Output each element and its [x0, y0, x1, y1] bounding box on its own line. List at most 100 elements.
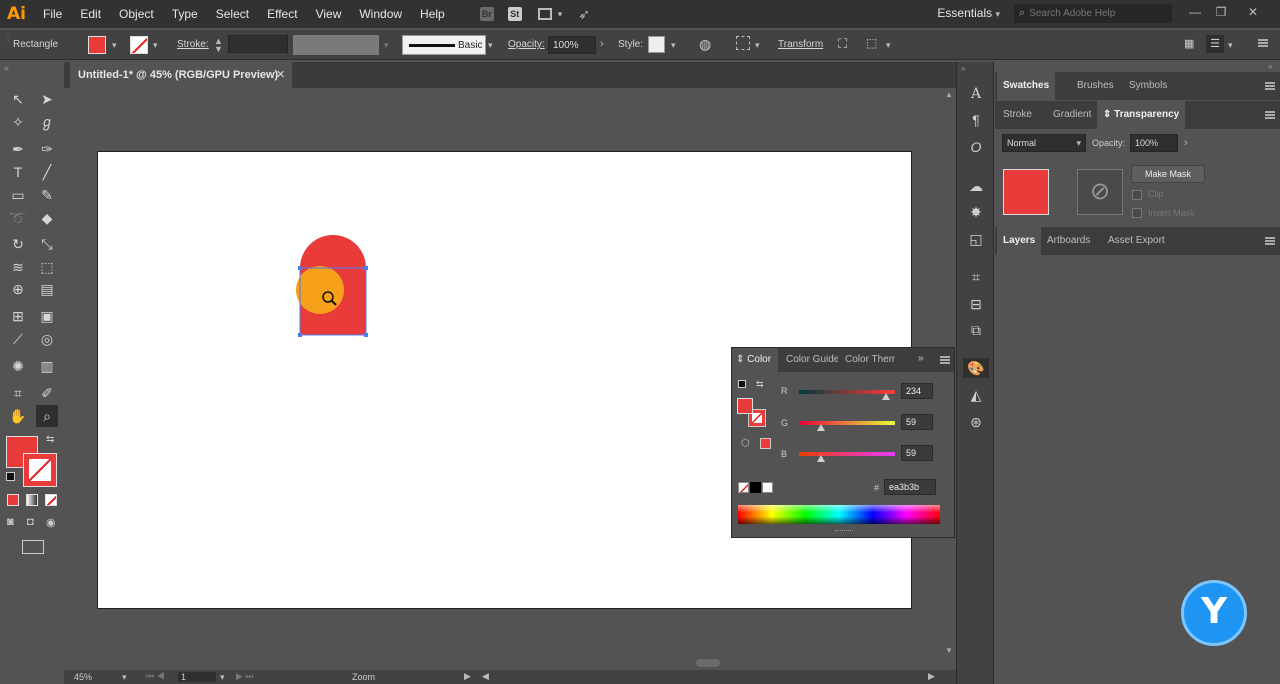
align-panel-icon[interactable]: ⊟ [966, 294, 986, 314]
collapse-toolbar-icon[interactable]: « [4, 63, 9, 73]
default-fill-stroke-icon[interactable] [738, 380, 746, 388]
brush-definition[interactable]: Basic [402, 35, 486, 55]
column-graph-tool-icon[interactable]: ▥ [36, 355, 58, 377]
width-tool-icon[interactable]: ≋ [7, 256, 29, 278]
shape-builder-tool-icon[interactable]: ⊕ [7, 278, 29, 300]
orange-circle-shape[interactable] [296, 266, 344, 314]
g-value-field[interactable]: 59 [901, 414, 933, 430]
rotate-tool-icon[interactable]: ↻ [7, 233, 29, 255]
chevron-down-icon[interactable]: ▾ [558, 9, 563, 20]
chevron-down-icon[interactable]: ▾ [886, 40, 891, 51]
resize-grip-icon[interactable] [835, 530, 853, 532]
status-menu-icon[interactable]: ▶ [464, 671, 471, 682]
chevron-down-icon[interactable]: ▾ [220, 672, 225, 683]
character-panel-icon[interactable]: A [966, 84, 986, 104]
eraser-tool-icon[interactable]: ◆ [36, 207, 58, 229]
color-mode-icon[interactable] [7, 494, 19, 506]
none-mode-icon[interactable] [45, 494, 57, 506]
chevron-right-icon[interactable]: › [600, 38, 604, 50]
stock-icon[interactable]: St [507, 7, 522, 21]
opacity-label[interactable]: Opacity: [508, 39, 545, 50]
g-slider-thumb[interactable] [817, 424, 825, 431]
align-to-icon[interactable] [736, 36, 750, 50]
stroke-weight-stepper[interactable]: ▲ ▼ [214, 37, 223, 54]
variable-width-profile[interactable] [293, 35, 379, 55]
zoom-level[interactable]: 45% [74, 672, 92, 682]
draw-normal-icon[interactable]: ◙ [7, 516, 14, 528]
menu-edit[interactable]: Edit [71, 0, 110, 28]
selection-handle[interactable] [298, 333, 302, 337]
tab-asset-export[interactable]: Asset Export [1102, 227, 1171, 255]
hand-tool-icon[interactable]: ✋ [7, 405, 29, 427]
close-tab-icon[interactable]: ✕ [276, 68, 285, 81]
b-slider-track[interactable] [799, 452, 895, 456]
draw-inside-icon[interactable]: ◉ [46, 516, 56, 529]
type-tool-icon[interactable]: T [7, 161, 29, 183]
pen-tool-icon[interactable]: ✒ [7, 138, 29, 160]
expand-panel-icon[interactable]: » [918, 353, 924, 364]
mesh-tool-icon[interactable]: ⊞ [7, 305, 29, 327]
tab-color-guide[interactable]: Color Guide [782, 348, 838, 372]
panel-menu-icon[interactable] [940, 356, 950, 364]
menu-effect[interactable]: Effect [258, 0, 306, 28]
r-value-field[interactable]: 234 [901, 383, 933, 399]
restore-button[interactable]: ❐ [1212, 5, 1230, 21]
panel-menu-icon[interactable] [1265, 237, 1275, 245]
next-artboard-icon[interactable]: ▶ ⏭ [236, 671, 254, 682]
default-colors-icon[interactable] [6, 472, 15, 481]
tab-gradient[interactable]: Gradient [1047, 101, 1097, 129]
fill-swatch[interactable] [88, 36, 106, 54]
hex-value-field[interactable]: ea3b3b [884, 479, 936, 495]
search-input[interactable] [1029, 8, 1160, 19]
out-of-web-color-icon[interactable]: ⬡ [741, 438, 750, 449]
menu-window[interactable]: Window [350, 0, 411, 28]
perspective-grid-tool-icon[interactable]: ▤ [36, 278, 58, 300]
menu-select[interactable]: Select [207, 0, 258, 28]
white-swatch[interactable] [762, 482, 773, 493]
tab-artboards[interactable]: Artboards [1041, 227, 1096, 255]
chevron-down-icon[interactable]: ▾ [122, 672, 127, 683]
black-swatch[interactable] [750, 482, 761, 493]
chevron-down-icon[interactable]: ▾ [1228, 40, 1233, 51]
menu-help[interactable]: Help [411, 0, 454, 28]
line-tool-icon[interactable]: ╱ [36, 161, 58, 183]
g-slider-track[interactable] [799, 421, 895, 425]
tab-symbols[interactable]: Symbols [1123, 72, 1173, 100]
make-mask-button[interactable]: Make Mask [1131, 165, 1205, 183]
transparency-opacity-field[interactable]: 100% [1130, 134, 1178, 152]
close-window-button[interactable]: ✕ [1244, 5, 1262, 21]
gradient-tool-icon[interactable]: ▣ [36, 305, 58, 327]
arrange-icon[interactable]: ▦ [1184, 37, 1194, 50]
gradient-mode-icon[interactable] [26, 494, 38, 506]
panel-menu-icon[interactable] [1265, 82, 1275, 90]
workspace-switcher[interactable]: Essentials ▾ [937, 6, 1000, 20]
tab-stroke[interactable]: Stroke [997, 101, 1038, 129]
free-transform-tool-icon[interactable]: ⬚ [36, 256, 58, 278]
scroll-up-icon[interactable]: ▲ [945, 90, 953, 99]
stroke-weight-field[interactable] [228, 35, 288, 53]
magic-wand-tool-icon[interactable]: ✧ [7, 111, 29, 133]
appearance-panel-icon[interactable]: ✸ [966, 202, 986, 222]
tab-color[interactable]: ⇕ Color [732, 348, 778, 372]
clip-checkbox[interactable] [1132, 190, 1142, 200]
color-panel-icon[interactable]: 🎨 [963, 358, 989, 378]
scale-tool-icon[interactable]: ⤡ [36, 233, 58, 255]
scroll-left-icon[interactable]: ◀ [482, 671, 489, 682]
lasso-tool-icon[interactable]: ℊ [36, 111, 58, 133]
panel-menu-icon[interactable]: ☰ [1206, 35, 1224, 53]
minimize-button[interactable]: — [1186, 5, 1204, 21]
chevron-down-icon[interactable]: ▾ [755, 40, 760, 51]
blend-mode-select[interactable]: Normal ▾ [1002, 134, 1086, 152]
libraries-panel-icon[interactable]: ☁ [966, 176, 986, 196]
blend-tool-icon[interactable]: ◎ [36, 328, 58, 350]
artboard-tool-icon[interactable]: ⌗ [7, 382, 29, 404]
slice-tool-icon[interactable]: ✐ [36, 382, 58, 404]
stroke-swatch[interactable] [130, 36, 148, 54]
graphic-styles-panel-icon[interactable]: ◱ [966, 229, 986, 249]
chevron-down-icon[interactable]: ▾ [112, 40, 117, 51]
object-thumbnail[interactable] [1003, 169, 1049, 215]
document-tab[interactable]: Untitled-1* @ 45% (RGB/GPU Preview) [70, 62, 292, 88]
curvature-tool-icon[interactable]: ✑ [36, 138, 58, 160]
tab-transparency[interactable]: ⇕ Transparency [1097, 101, 1186, 129]
bridge-icon[interactable]: Br [479, 7, 494, 21]
